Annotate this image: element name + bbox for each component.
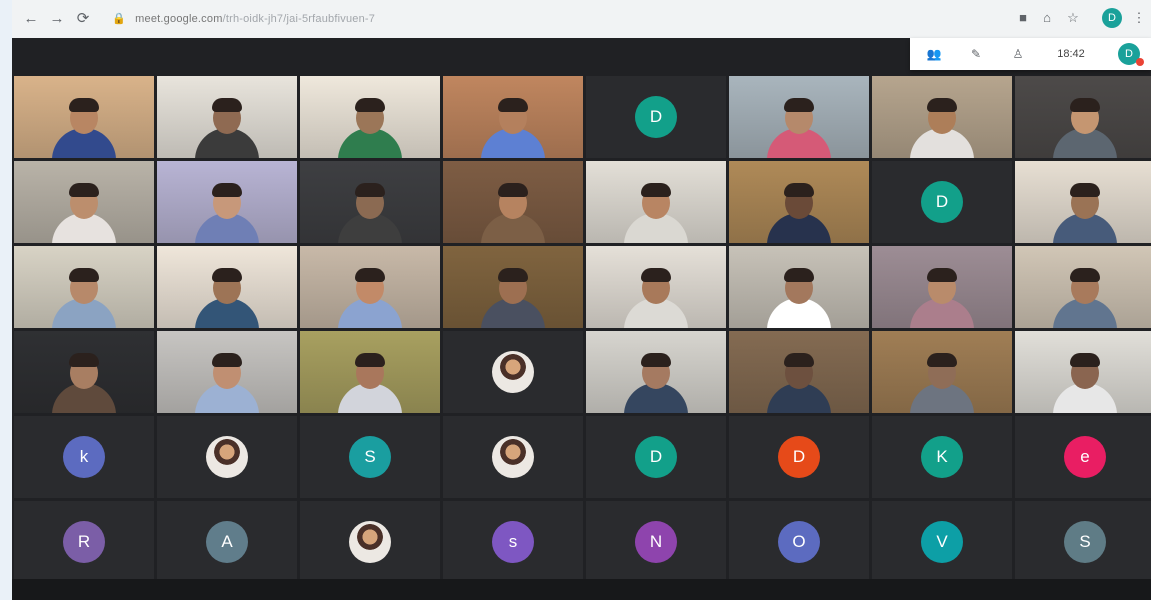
participant-video-tile[interactable] bbox=[300, 161, 440, 243]
participant-video-tile[interactable] bbox=[14, 246, 154, 328]
participant-video-tile[interactable] bbox=[14, 331, 154, 413]
participant-hair bbox=[69, 268, 99, 282]
participant-hair bbox=[498, 268, 528, 282]
participant-video-tile[interactable] bbox=[443, 76, 583, 158]
participant-hair bbox=[212, 353, 242, 367]
participant-video-tile[interactable] bbox=[1015, 161, 1151, 243]
participant-hair bbox=[784, 268, 814, 282]
participant-video-tile[interactable] bbox=[300, 76, 440, 158]
participant-hair bbox=[927, 268, 957, 282]
notification-dot bbox=[1136, 58, 1144, 66]
participant-hair bbox=[1070, 98, 1100, 112]
participant-avatar: O bbox=[778, 521, 820, 563]
meeting-grid: D Dk S D D Ke R As N O V S bbox=[12, 38, 1151, 600]
participant-photo-avatar bbox=[492, 351, 534, 393]
participant-video-tile[interactable] bbox=[729, 246, 869, 328]
extension-icon[interactable]: ⌂ bbox=[1038, 9, 1056, 27]
url-path: /trh-oidk-jh7/jai-5rfaubfivuen-7 bbox=[222, 13, 376, 25]
participant-avatar: k bbox=[63, 436, 105, 478]
participant-hair bbox=[784, 353, 814, 367]
participant-photo-avatar bbox=[349, 521, 391, 563]
back-icon[interactable]: ← bbox=[20, 8, 42, 30]
address-bar[interactable]: 🔒 meet.google.com/trh-oidk-jh7/jai-5rfau… bbox=[112, 7, 872, 31]
participant-avatar: e bbox=[1064, 436, 1106, 478]
participant-video-tile[interactable] bbox=[1015, 331, 1151, 413]
participant-avatar: s bbox=[492, 521, 534, 563]
participant-avatar: D bbox=[635, 436, 677, 478]
participant-hair bbox=[69, 353, 99, 367]
chat-icon[interactable]: ✎ bbox=[964, 45, 988, 63]
meeting-top-bar: 👥 ✎ ♙ 18:42 D bbox=[910, 38, 1151, 70]
participant-video-tile[interactable] bbox=[1015, 76, 1151, 158]
participant-hair bbox=[69, 98, 99, 112]
participant-avatar: D bbox=[921, 181, 963, 223]
url-host: meet.google.com bbox=[135, 13, 223, 25]
participant-avatar: S bbox=[349, 436, 391, 478]
participant-video-tile[interactable] bbox=[300, 331, 440, 413]
participant-hair bbox=[641, 268, 671, 282]
participant-video-tile[interactable] bbox=[157, 331, 297, 413]
participant-video-tile[interactable] bbox=[872, 246, 1012, 328]
participant-avatar: S bbox=[1064, 521, 1106, 563]
participant-hair bbox=[1070, 268, 1100, 282]
participant-video-tile[interactable] bbox=[300, 246, 440, 328]
participant-video-tile[interactable] bbox=[14, 161, 154, 243]
participant-hair bbox=[498, 98, 528, 112]
participant-video-tile[interactable] bbox=[729, 331, 869, 413]
participant-video-tile[interactable] bbox=[157, 246, 297, 328]
participant-hair bbox=[927, 98, 957, 112]
participant-video-tile[interactable] bbox=[443, 161, 583, 243]
camera-icon[interactable]: ■ bbox=[1014, 9, 1032, 27]
participant-photo-avatar bbox=[492, 436, 534, 478]
participant-video-tile[interactable] bbox=[443, 246, 583, 328]
participant-avatar: D bbox=[778, 436, 820, 478]
participant-hair bbox=[1070, 183, 1100, 197]
participant-photo-avatar bbox=[206, 436, 248, 478]
star-icon[interactable]: ☆ bbox=[1064, 9, 1082, 27]
participant-video-tile[interactable] bbox=[872, 76, 1012, 158]
profile-avatar[interactable]: D bbox=[1102, 8, 1122, 28]
participant-hair bbox=[212, 98, 242, 112]
participant-hair bbox=[1070, 353, 1100, 367]
participant-avatar: N bbox=[635, 521, 677, 563]
participant-video-tile[interactable] bbox=[1015, 246, 1151, 328]
forward-icon[interactable]: → bbox=[46, 8, 68, 30]
reload-icon[interactable]: ⟳ bbox=[72, 8, 94, 30]
participant-hair bbox=[498, 183, 528, 197]
meeting-clock: 18:42 bbox=[1057, 48, 1085, 60]
participant-hair bbox=[784, 98, 814, 112]
activities-icon[interactable]: ♙ bbox=[1006, 45, 1030, 63]
participant-hair bbox=[784, 183, 814, 197]
participant-hair bbox=[212, 183, 242, 197]
participant-hair bbox=[355, 98, 385, 112]
participant-hair bbox=[212, 268, 242, 282]
lock-icon: 🔒 bbox=[112, 13, 126, 25]
participant-avatar: V bbox=[921, 521, 963, 563]
participant-hair bbox=[69, 183, 99, 197]
people-icon[interactable]: 👥 bbox=[922, 45, 946, 63]
meeting-bottom-strip bbox=[12, 579, 1151, 600]
participant-video-tile[interactable] bbox=[872, 331, 1012, 413]
participant-hair bbox=[641, 183, 671, 197]
browser-toolbar: ← → ⟳ 🔒 meet.google.com/trh-oidk-jh7/jai… bbox=[12, 0, 1151, 39]
participant-hair bbox=[355, 183, 385, 197]
participant-video-tile[interactable] bbox=[729, 76, 869, 158]
participant-video-tile[interactable] bbox=[586, 331, 726, 413]
participant-video-tile[interactable] bbox=[586, 161, 726, 243]
participant-avatar: A bbox=[206, 521, 248, 563]
menu-icon[interactable]: ⋮ bbox=[1130, 9, 1148, 27]
participant-video-tile[interactable] bbox=[586, 246, 726, 328]
participant-hair bbox=[355, 353, 385, 367]
participant-video-tile[interactable] bbox=[14, 76, 154, 158]
participant-avatar: D bbox=[635, 96, 677, 138]
participant-hair bbox=[641, 353, 671, 367]
participant-avatar: R bbox=[63, 521, 105, 563]
participant-hair bbox=[355, 268, 385, 282]
participant-avatar: K bbox=[921, 436, 963, 478]
participant-video-tile[interactable] bbox=[729, 161, 869, 243]
participant-video-tile[interactable] bbox=[157, 161, 297, 243]
participant-hair bbox=[927, 353, 957, 367]
participant-video-tile[interactable] bbox=[157, 76, 297, 158]
